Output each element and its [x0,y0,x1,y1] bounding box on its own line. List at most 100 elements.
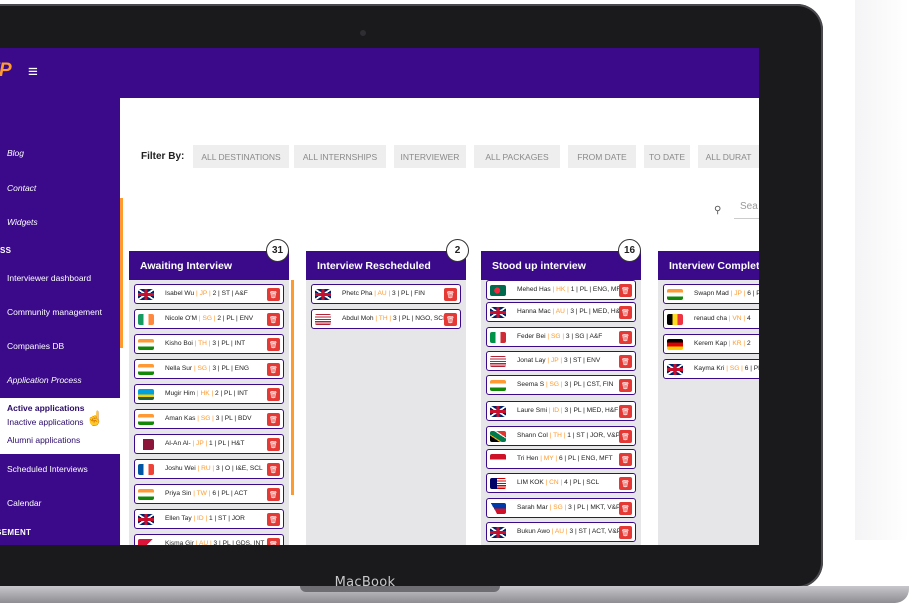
filter-chip-to-date[interactable]: TO DATE [644,145,690,168]
applicant-card[interactable]: Joshu Wei | RU | 3 | O | I&E, SCL 🗑 [134,459,284,479]
column-scrollbar[interactable] [291,280,294,495]
applicant-details: 3 | PL | MED, H&F [564,407,619,414]
trash-icon[interactable]: 🗑 [619,477,632,490]
sidebar-item-contact[interactable]: ✉Contact [0,174,120,202]
applicant-card[interactable]: Aman Kas | SG | 3 | PL | BDV 🗑 [134,409,284,429]
sidebar-item-community-management[interactable]: 👥Community management [0,298,120,326]
applicant-card[interactable]: Nicole O'M | SG | 2 | PL | ENV 🗑 [134,309,284,329]
sidebar-item-widgets[interactable]: ⚙Widgets [0,208,120,236]
applicant-card[interactable]: Kerem Kap | KR | 2 [663,334,759,354]
trash-icon[interactable]: 🗑 [619,284,632,297]
submenu-inactive-applications[interactable]: Inactive applications [7,417,84,427]
applicant-name: Sarah Mar [517,504,548,511]
applicant-card[interactable]: Priya Sin | TW | 6 | PL | ACT 🗑 [134,484,284,504]
applicant-card[interactable]: Mehed Has | HK | 1 | PL | ENG, MFT 🗑 [486,280,636,300]
submenu-alumni-applications[interactable]: Alumni applications [7,435,80,445]
applicant-card[interactable]: Ellen Tay | ID | 1 | ST | JOR 🗑 [134,509,284,529]
camera-icon [360,30,366,36]
sidebar-item-scheduled-interviews[interactable]: 🎧Scheduled Interviews [0,455,120,483]
trash-icon[interactable]: 🗑 [444,288,457,301]
column-stood-up-interview: Stood up interview Mehed Has | HK | 1 | P… [481,251,641,545]
applicant-card[interactable]: renaud cha | VN | 4 [663,309,759,329]
trash-icon[interactable]: 🗑 [619,306,632,319]
applicant-card[interactable]: Bukun Awo | AU | 3 | ST | ACT, V&P 🗑 [486,522,636,542]
trash-icon[interactable]: 🗑 [619,355,632,368]
trash-icon[interactable]: 🗑 [619,453,632,466]
filter-chip-all-packages[interactable]: ALL PACKAGES [474,145,560,168]
applicant-card[interactable]: LIM KOK | CN | 4 | PL | SCL 🗑 [486,473,636,493]
applicant-card[interactable]: Hanna Mac | AU | 3 | PL | MED, H&F 🗑 [486,302,636,322]
search-icon[interactable]: ⚲ [714,205,721,216]
trash-icon[interactable]: 🗑 [444,313,457,326]
applicant-name: Laure Smi [517,407,548,414]
applicant-card[interactable]: Isabel Wu | JP | 2 | ST | A&F 🗑 [134,284,284,304]
applicant-card[interactable]: Phetc Pha | AU | 3 | PL | FIN 🗑 [311,284,461,304]
applicant-name: Isabel Wu [165,290,195,297]
trash-icon[interactable]: 🗑 [267,413,280,426]
applicant-card[interactable]: Kisho Boi | TH | 3 | PL | INT 🗑 [134,334,284,354]
applicant-name: Nella Sur [165,365,193,372]
sidebar-item-companies-db[interactable]: ▯Companies DB [0,332,120,360]
applicant-name: Abdul Moh [342,315,374,322]
flag-icon-my [490,478,506,489]
submenu-active-applications[interactable]: Active applications [7,403,84,413]
trash-icon[interactable]: 🗑 [267,438,280,451]
trash-icon[interactable]: 🗑 [267,288,280,301]
applicant-summary: Joshu Wei | RU | 3 | O | I&E, SCL [165,465,263,472]
trash-icon[interactable]: 🗑 [619,331,632,344]
filter-chip-all-durat[interactable]: ALL DURAT [698,145,759,168]
trash-icon[interactable]: 🗑 [619,379,632,392]
trash-icon[interactable]: 🗑 [267,513,280,526]
applicant-card[interactable]: Kayma Kri | SG | 6 | PL [663,359,759,379]
trash-icon[interactable]: 🗑 [267,463,280,476]
applicant-details: 6 | PL | ENG, MFT [558,455,613,462]
sidebar-item-blog[interactable]: ▤Blog [0,139,120,167]
applicant-summary: Nella Sur | SG | 3 | PL | ENG [165,365,249,372]
applicant-destination: AU [555,308,565,315]
sidebar-item-label: Scheduled Interviews [7,464,88,474]
applicant-card[interactable]: Seema S | SG | 3 | PL | CST, FIN 🗑 [486,375,636,395]
sidebar-item-application-process[interactable]: ⧉Application Process [0,366,120,394]
trash-icon[interactable]: 🗑 [619,405,632,418]
applicant-card[interactable]: Sarah Mar | SG | 3 | PL | MKT, V&P 🗑 [486,498,636,518]
applicant-card[interactable]: Tri Hen | MY | 6 | PL | ENG, MFT 🗑 [486,449,636,469]
applicant-card[interactable]: Al-An Al- | JP | 1 | PL | H&T 🗑 [134,434,284,454]
sidebar-item-label: Companies DB [7,341,65,351]
sidebar-item-interviewer-dashboard[interactable]: ☰Interviewer dashboard [0,264,120,292]
trash-icon[interactable]: 🗑 [267,363,280,376]
app-logo[interactable]: AIP [0,60,12,82]
applicant-card[interactable]: Mugir Him | HK | 2 | PL | INT 🗑 [134,384,284,404]
filter-chip-from-date[interactable]: FROM DATE [568,145,636,168]
trash-icon[interactable]: 🗑 [619,526,632,539]
trash-icon[interactable]: 🗑 [619,430,632,443]
filter-chip-all-internships[interactable]: ALL INTERNSHIPS [294,145,386,168]
applicant-card[interactable]: Laure Smi | ID | 3 | PL | MED, H&F 🗑 [486,401,636,421]
applicant-card[interactable]: Kisma Gir | AU | 3 | PL | GDS, INT 🗑 [134,534,284,545]
flag-icon-np [138,539,154,545]
applicant-summary: Bukun Awo | AU | 3 | ST | ACT, V&P [517,528,621,535]
applicant-card[interactable]: Swapn Mad | JP | 6 | P [663,284,759,304]
hamburger-icon[interactable]: ≡ [28,62,38,82]
applicant-card[interactable]: Shann Col | TH | 1 | ST | JOR, V&P 🗑 [486,426,636,446]
trash-icon[interactable]: 🗑 [267,488,280,501]
column-awaiting-interview: Awaiting Interview Isabel Wu | JP | 2 | S… [129,251,294,545]
trash-icon[interactable]: 🗑 [267,338,280,351]
trash-icon[interactable]: 🗑 [267,538,280,545]
applicant-summary: Aman Kas | SG | 3 | PL | BDV [165,415,252,422]
applicant-card[interactable]: Jonat Lay | JP | 3 | ST | ENV 🗑 [486,351,636,371]
trash-icon[interactable]: 🗑 [267,388,280,401]
trash-icon[interactable]: 🗑 [267,313,280,326]
applicant-name: Nicole O'M [165,315,198,322]
trash-icon[interactable]: 🗑 [619,502,632,515]
sidebar-item-calendar[interactable]: ▦Calendar [0,489,120,517]
column-title: Interview Complete [658,251,759,280]
filter-chip-interviewer[interactable]: INTERVIEWER [394,145,466,168]
applicant-destination: AU [554,528,565,535]
search-input[interactable]: Sea [740,201,758,212]
flag-icon-in [138,414,154,425]
column-title: Stood up interview [481,251,641,280]
filter-chip-all-destinations[interactable]: ALL DESTINATIONS [193,145,289,168]
applicant-card[interactable]: Nella Sur | SG | 3 | PL | ENG 🗑 [134,359,284,379]
applicant-card[interactable]: Abdul Moh | TH | 3 | PL | NGO, SCL 🗑 [311,309,461,329]
applicant-card[interactable]: Feder Bei | SG | 3 | SG | A&F 🗑 [486,327,636,347]
